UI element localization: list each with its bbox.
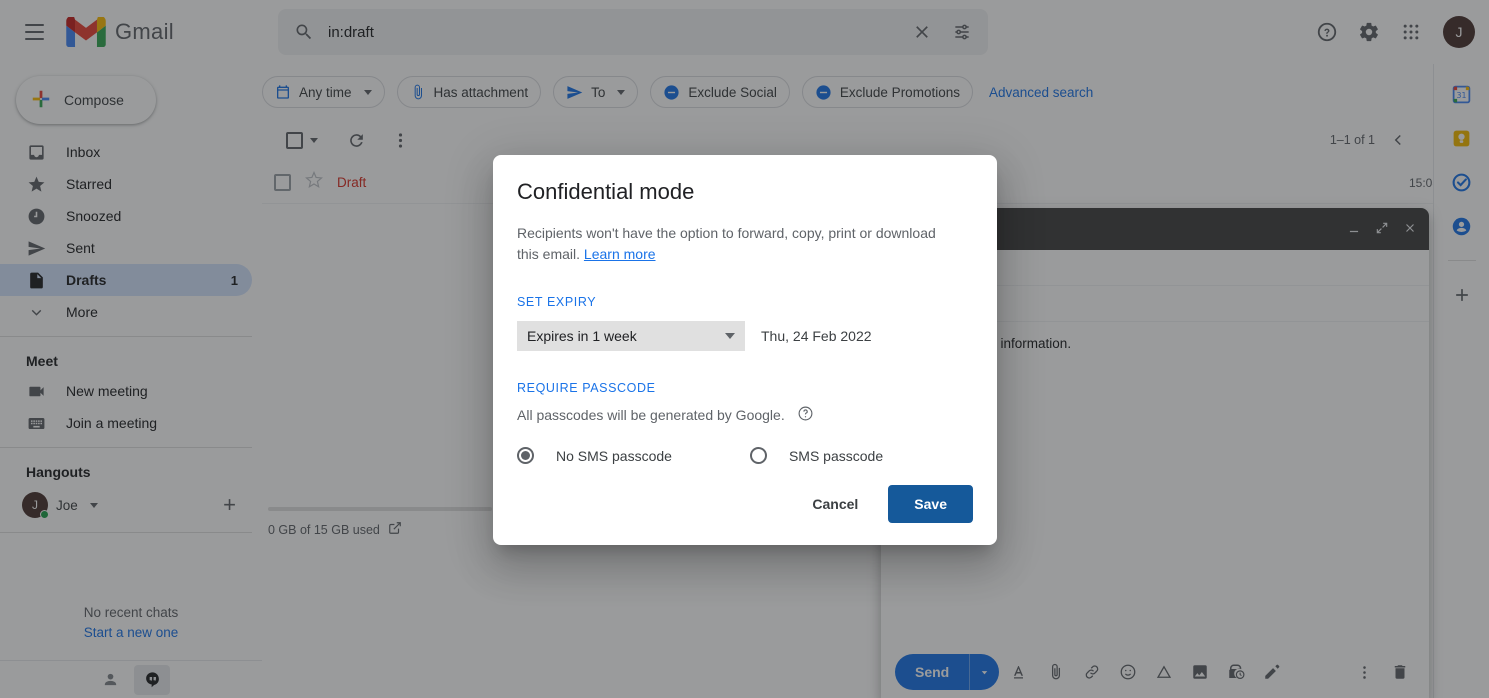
radio-no-sms-label: No SMS passcode — [556, 448, 672, 464]
radio-no-sms-passcode[interactable]: No SMS passcode — [517, 447, 672, 464]
cancel-button[interactable]: Cancel — [798, 486, 872, 522]
confidential-mode-dialog: Confidential mode Recipients won't have … — [493, 155, 997, 545]
require-passcode-label: REQUIRE PASSCODE — [517, 381, 973, 395]
radio-sms-label: SMS passcode — [789, 448, 883, 464]
learn-more-link[interactable]: Learn more — [584, 246, 656, 262]
expiry-date: Thu, 24 Feb 2022 — [761, 328, 872, 344]
save-button[interactable]: Save — [888, 485, 973, 523]
gmail-app: Gmail — [0, 0, 1489, 698]
expiry-select[interactable]: Expires in 1 week — [517, 321, 745, 351]
passcode-note: All passcodes will be generated by Googl… — [517, 407, 785, 423]
radio-icon-selected[interactable] — [517, 447, 534, 464]
help-circle-icon[interactable] — [797, 405, 814, 425]
passcode-radio-group: No SMS passcode SMS passcode — [517, 447, 973, 464]
radio-icon[interactable] — [750, 447, 767, 464]
dialog-description: Recipients won't have the option to forw… — [517, 223, 957, 265]
radio-sms-passcode[interactable]: SMS passcode — [750, 447, 883, 464]
passcode-note-row: All passcodes will be generated by Googl… — [517, 405, 973, 425]
set-expiry-label: SET EXPIRY — [517, 295, 973, 309]
expiry-selected-value: Expires in 1 week — [527, 328, 637, 344]
chevron-down-icon — [725, 333, 735, 339]
dialog-description-text: Recipients won't have the option to forw… — [517, 225, 936, 262]
expiry-row: Expires in 1 week Thu, 24 Feb 2022 — [517, 321, 973, 351]
dialog-actions: Cancel Save — [798, 485, 973, 523]
dialog-title: Confidential mode — [517, 179, 973, 205]
